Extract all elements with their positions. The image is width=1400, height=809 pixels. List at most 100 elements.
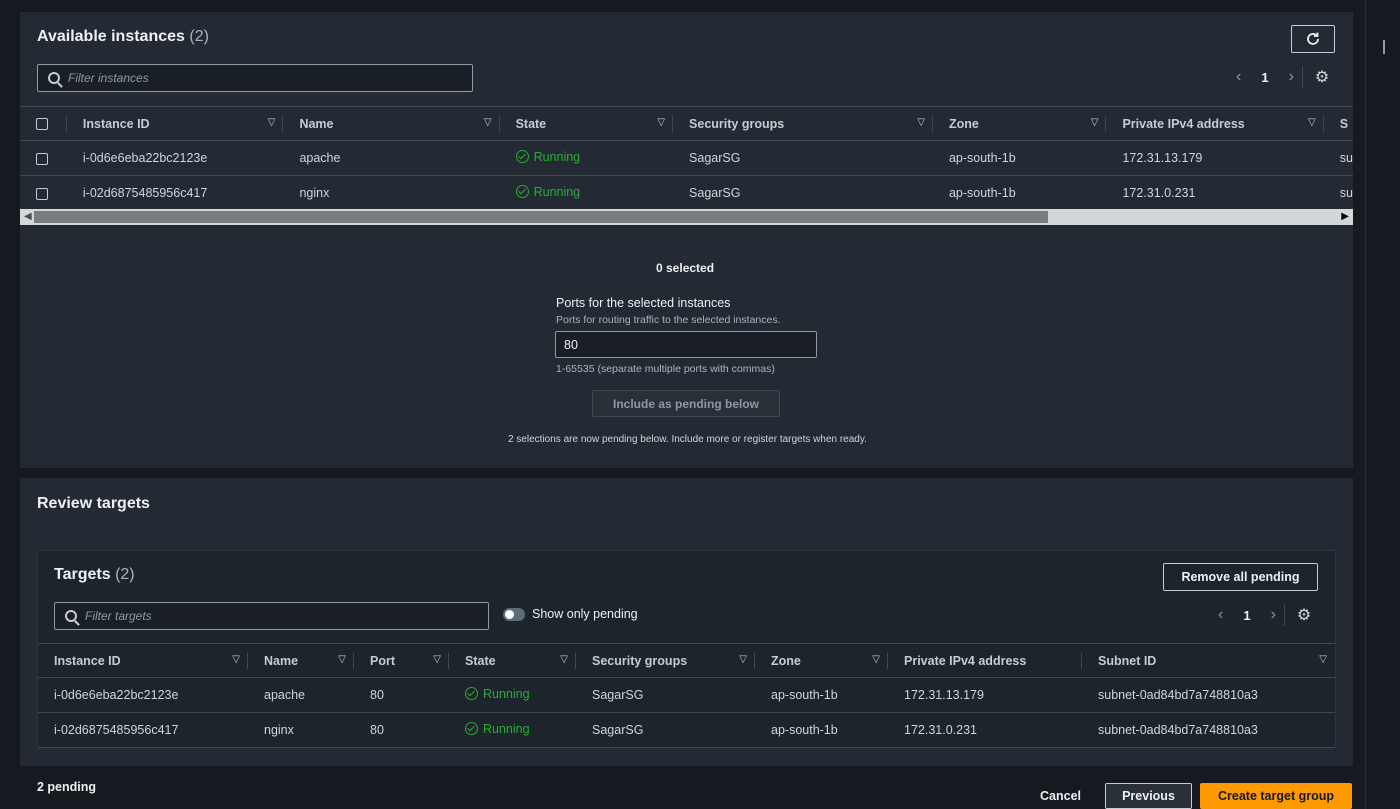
show-only-pending-toggle[interactable]: Show only pending (503, 607, 638, 621)
right-rail (1365, 0, 1400, 809)
sort-icon[interactable]: ▽ (739, 654, 747, 665)
sort-icon[interactable]: ▽ (872, 654, 880, 665)
check-circle-icon (515, 185, 529, 199)
col-name[interactable]: Name ▽ (283, 106, 500, 141)
select-all-checkbox-cell (20, 106, 67, 141)
ports-hint: 1-65535 (separate multiple ports with co… (556, 363, 775, 375)
filter-instances-input[interactable]: Filter instances (37, 64, 473, 92)
targets-title: Targets (54, 566, 111, 583)
next-page-icon[interactable]: › (1289, 68, 1294, 86)
gear-icon[interactable]: ⚙ (1315, 67, 1329, 87)
refresh-icon (1307, 32, 1319, 45)
col-label: Name (299, 116, 334, 131)
col-label: Security groups (592, 653, 688, 668)
scroll-left-icon[interactable]: ◀ (24, 211, 32, 222)
zone: ap-south-1b (932, 140, 1107, 176)
col-name[interactable]: Name ▽ (248, 643, 354, 678)
available-instances-title: Available instances (37, 28, 185, 45)
instance-id: i-0d6e6eba22bc2123e (66, 140, 284, 176)
prev-page-icon[interactable]: ‹ (1236, 68, 1241, 86)
col-subnet-id[interactable]: Subnet ID ▽ (1082, 643, 1335, 678)
col-zone[interactable]: Zone ▽ (755, 643, 888, 678)
private-ip: 172.31.0.231 (888, 712, 1082, 748)
refresh-button[interactable] (1291, 25, 1335, 53)
previous-button[interactable]: Previous (1105, 783, 1192, 809)
sort-icon[interactable]: ▽ (338, 654, 346, 665)
table-header-row: Instance ID ▽ Name ▽ State ▽ Security group… (20, 106, 1353, 141)
instance-id: i-02d6875485956c417 (66, 175, 284, 211)
horizontal-scrollbar[interactable]: ◀ ▶ (20, 209, 1353, 225)
include-as-pending-button[interactable]: Include as pending below (592, 390, 780, 417)
review-targets-heading: Review targets (37, 495, 150, 512)
sort-icon[interactable]: ▽ (433, 654, 441, 665)
col-label: Name (264, 653, 299, 668)
instance-state: Running (499, 140, 674, 176)
sort-icon[interactable]: ▽ (268, 117, 276, 128)
col-state[interactable]: State ▽ (499, 106, 674, 141)
instance-state: Running (499, 175, 674, 211)
page-number[interactable]: 1 (1243, 608, 1250, 623)
sort-icon[interactable]: ▽ (1308, 117, 1316, 128)
col-label: Private IPv4 address (1122, 116, 1245, 131)
sort-icon[interactable]: ▽ (232, 654, 240, 665)
col-security-groups[interactable]: Security groups ▽ (673, 106, 933, 141)
targets-table: Instance ID ▽ Name ▽ Port ▽ State ▽ Security… (38, 643, 1335, 748)
gear-icon[interactable]: ⚙ (1297, 605, 1311, 625)
sort-icon[interactable]: ▽ (917, 117, 925, 128)
col-state[interactable]: State ▽ (449, 643, 576, 678)
ports-label: Ports for the selected instances (556, 296, 731, 310)
col-private-ipv4[interactable]: Private IPv4 address (888, 643, 1082, 678)
remove-all-pending-button[interactable]: Remove all pending (1163, 563, 1318, 591)
targets-heading: Targets (2) (54, 566, 135, 584)
row-checkbox[interactable] (36, 152, 48, 165)
next-page-icon[interactable]: › (1271, 606, 1276, 624)
col-private-ipv4[interactable]: Private IPv4 address ▽ (1106, 106, 1324, 141)
col-security-groups[interactable]: Security groups ▽ (576, 643, 755, 678)
col-subnet-truncated[interactable]: S (1323, 106, 1353, 141)
subnet-truncated: su (1323, 140, 1353, 176)
row-checkbox[interactable] (36, 187, 48, 200)
table-row[interactable]: i-02d6875485956c417 nginx Running SagarS… (20, 175, 1353, 211)
scrollbar-thumb[interactable] (34, 211, 1048, 223)
pager-divider (1283, 604, 1285, 626)
pending-count: 2 pending (37, 780, 97, 794)
page-number[interactable]: 1 (1261, 70, 1268, 85)
col-instance-id[interactable]: Instance ID ▽ (38, 643, 248, 678)
table-row[interactable]: i-0d6e6eba22bc2123e apache Running Sagar… (20, 140, 1353, 176)
col-zone[interactable]: Zone ▽ (932, 106, 1107, 141)
search-icon (48, 72, 60, 84)
toggle-switch[interactable] (503, 607, 525, 621)
ports-input[interactable]: 80 (555, 331, 817, 358)
status-badge: Running (515, 185, 580, 199)
col-instance-id[interactable]: Instance ID ▽ (66, 106, 284, 141)
state-text: Running (483, 686, 530, 701)
row-checkbox-cell (20, 175, 67, 211)
scroll-right-icon[interactable]: ▶ (1341, 211, 1349, 222)
col-label: S (1339, 116, 1349, 131)
prev-page-icon[interactable]: ‹ (1218, 606, 1223, 624)
private-ip: 172.31.13.179 (888, 677, 1082, 713)
sort-icon[interactable]: ▽ (1319, 654, 1327, 665)
table-row[interactable]: i-0d6e6eba22bc2123e apache 80 Running Sa… (38, 677, 1335, 713)
col-label: Zone (948, 116, 979, 131)
cancel-button[interactable]: Cancel (1040, 789, 1081, 803)
instance-name: nginx (248, 712, 354, 748)
sort-icon[interactable]: ▽ (484, 117, 492, 128)
available-instances-heading: Available instances (2) (37, 28, 209, 46)
col-port[interactable]: Port ▽ (354, 643, 449, 678)
filter-targets-input[interactable]: Filter targets (54, 602, 489, 630)
filter-targets-placeholder: Filter targets (85, 609, 152, 623)
status-badge: Running (465, 722, 530, 736)
table-row[interactable]: i-02d6875485956c417 nginx 80 Running Sag… (38, 712, 1335, 748)
sort-icon[interactable]: ▽ (1091, 117, 1099, 128)
sort-icon[interactable]: ▽ (560, 654, 568, 665)
create-target-group-button[interactable]: Create target group (1200, 783, 1352, 809)
table-header-row: Instance ID ▽ Name ▽ Port ▽ State ▽ Security… (38, 643, 1335, 678)
select-all-checkbox[interactable] (36, 118, 48, 131)
security-group: SagarSG (673, 140, 933, 176)
security-group: SagarSG (576, 677, 755, 713)
row-checkbox-cell (20, 140, 67, 176)
sort-icon[interactable]: ▽ (657, 117, 665, 128)
rail-marker (1383, 40, 1385, 54)
check-circle-icon (465, 687, 478, 701)
